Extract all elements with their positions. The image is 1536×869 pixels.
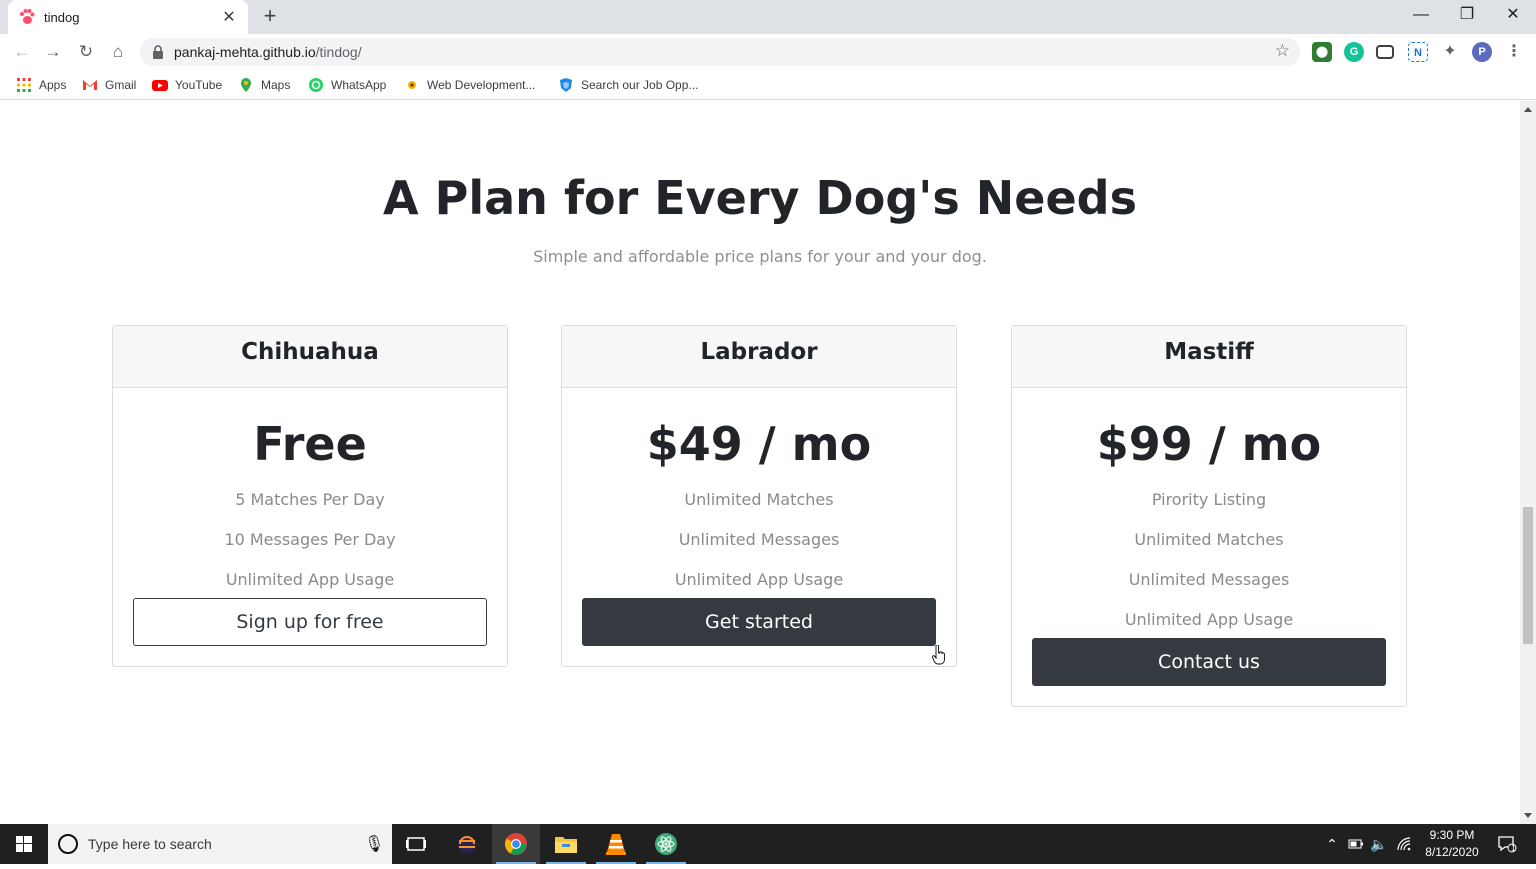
whatsapp-icon	[309, 78, 323, 92]
youtube-icon	[152, 80, 168, 91]
bookmark-youtube[interactable]: YouTube	[152, 75, 222, 95]
extension-n-icon[interactable]: N	[1408, 42, 1428, 62]
plan-feature: Unlimited Matches	[684, 490, 834, 509]
hand-cursor-icon	[932, 645, 945, 665]
plan-name: Labrador	[562, 326, 956, 388]
windows-start-button[interactable]	[0, 824, 48, 864]
tab-close-icon[interactable]: ✕	[220, 7, 238, 27]
close-window-button[interactable]: ✕	[1490, 4, 1536, 28]
taskbar-search-input[interactable]: Type here to search 🎙	[48, 824, 392, 864]
forward-arrow-icon[interactable]: →	[42, 41, 64, 63]
tab-strip: tindog ✕ + — ❐ ✕	[0, 0, 1536, 34]
plan-feature: 5 Matches Per Day	[235, 490, 385, 509]
pricing-card-mastiff: Mastiff $99 / mo Pirority Listing Unlimi…	[1011, 325, 1407, 707]
bookmark-gmail[interactable]: Gmail	[82, 75, 136, 95]
page-viewport: A Plan for Every Dog's Needs Simple and …	[0, 101, 1520, 824]
browser-tab[interactable]: tindog ✕	[8, 0, 248, 34]
plan-feature: Unlimited Messages	[1128, 570, 1290, 589]
html-extension-icon[interactable]: ⬤	[1312, 42, 1332, 62]
scroll-up-arrow-icon[interactable]	[1524, 107, 1532, 112]
plan-price: $49 / mo	[646, 417, 872, 471]
browser-toolbar: ← → ↻ ⌂ pankaj-mehta.github.io/tindog/ ☆…	[0, 34, 1536, 70]
bookmark-apps[interactable]: Apps	[16, 75, 66, 95]
bookmarks-bar: Apps Gmail YouTube Maps WhatsApp Web Dev…	[0, 70, 1536, 100]
windows-taskbar: Type here to search 🎙 ⌃ 🔈 9:30 PM 8/12/2…	[0, 824, 1536, 864]
menu-kebab-icon[interactable]: ⋮	[1504, 42, 1524, 62]
clock-date: 8/12/2020	[1425, 845, 1479, 859]
apps-grid-icon	[17, 78, 31, 92]
picture-in-picture-icon[interactable]	[1376, 45, 1394, 59]
pricing-title: A Plan for Every Dog's Needs	[383, 171, 1137, 225]
grammarly-icon[interactable]: G	[1344, 42, 1364, 62]
taskbar-clock[interactable]: 9:30 PM 8/12/2020	[1412, 827, 1492, 861]
bookmark-star-icon[interactable]: ☆	[1275, 41, 1290, 61]
back-arrow-icon[interactable]: ←	[11, 41, 33, 63]
volume-icon[interactable]: 🔈	[1368, 824, 1390, 864]
sign-up-for-free-button[interactable]: Sign up for free	[133, 598, 487, 646]
plan-feature: Unlimited Matches	[1134, 530, 1284, 549]
paw-favicon-icon	[20, 9, 35, 24]
microphone-icon[interactable]: 🎙	[364, 834, 384, 854]
plan-name: Mastiff	[1012, 326, 1406, 388]
lock-icon	[153, 45, 163, 59]
address-bar[interactable]: pankaj-mehta.github.io/tindog/ ☆	[140, 38, 1300, 66]
scrollbar-thumb[interactable]	[1523, 507, 1533, 644]
bookmark-job-search[interactable]: Search our Job Opp...	[558, 75, 698, 95]
tab-title: tindog	[44, 9, 80, 25]
url-text: pankaj-mehta.github.io/tindog/	[174, 44, 362, 60]
bookmark-maps[interactable]: Maps	[238, 75, 290, 95]
vlc-icon[interactable]	[592, 824, 640, 864]
windows-logo-icon	[16, 836, 32, 852]
minimize-button[interactable]: —	[1398, 4, 1444, 28]
get-started-button[interactable]: Get started	[582, 598, 936, 646]
plan-price: $99 / mo	[1096, 417, 1322, 471]
plan-price: Free	[253, 417, 367, 471]
reload-icon[interactable]: ↻	[75, 41, 97, 63]
contact-us-button[interactable]: Contact us	[1032, 638, 1386, 686]
bookmark-whatsapp[interactable]: WhatsApp	[308, 75, 386, 95]
action-center-icon[interactable]: 1	[1492, 824, 1522, 864]
page-scrollbar[interactable]	[1520, 101, 1536, 824]
battery-icon[interactable]	[1346, 824, 1366, 864]
profile-avatar[interactable]: P	[1472, 42, 1492, 62]
plan-name: Chihuahua	[113, 326, 507, 388]
bookmark-web-development[interactable]: Web Development...	[404, 75, 536, 95]
task-view-icon[interactable]	[392, 824, 440, 864]
clock-time: 9:30 PM	[1429, 828, 1475, 842]
new-tab-button[interactable]: +	[258, 5, 282, 28]
chrome-taskbar-icon[interactable]	[492, 824, 540, 864]
notification-count: 1	[1511, 843, 1517, 853]
taskbar-search-placeholder: Type here to search	[88, 836, 212, 852]
tray-overflow-chevron-icon[interactable]: ⌃	[1322, 824, 1342, 864]
maximize-button[interactable]: ❐	[1444, 4, 1490, 28]
maps-pin-icon	[241, 78, 251, 92]
atom-editor-icon[interactable]	[642, 824, 690, 864]
file-explorer-icon[interactable]	[542, 824, 590, 864]
plan-feature: 10 Messages Per Day	[224, 530, 396, 549]
puzzle-extensions-icon[interactable]: ✦	[1440, 42, 1460, 62]
home-icon[interactable]: ⌂	[107, 41, 129, 63]
pricing-subtitle: Simple and affordable price plans for yo…	[533, 247, 987, 266]
scroll-down-arrow-icon[interactable]	[1524, 813, 1532, 818]
pricing-card-labrador: Labrador $49 / mo Unlimited Matches Unli…	[561, 325, 957, 667]
job-search-icon	[560, 78, 572, 92]
plan-feature: Pirority Listing	[1151, 490, 1267, 509]
gmail-icon	[83, 80, 97, 90]
web-dev-icon	[408, 81, 416, 89]
cortana-circle-icon	[58, 834, 78, 854]
eclipse-app-icon[interactable]	[443, 824, 491, 864]
pricing-card-chihuahua: Chihuahua Free 5 Matches Per Day 10 Mess…	[112, 325, 508, 667]
plan-feature: Unlimited Messages	[678, 530, 840, 549]
